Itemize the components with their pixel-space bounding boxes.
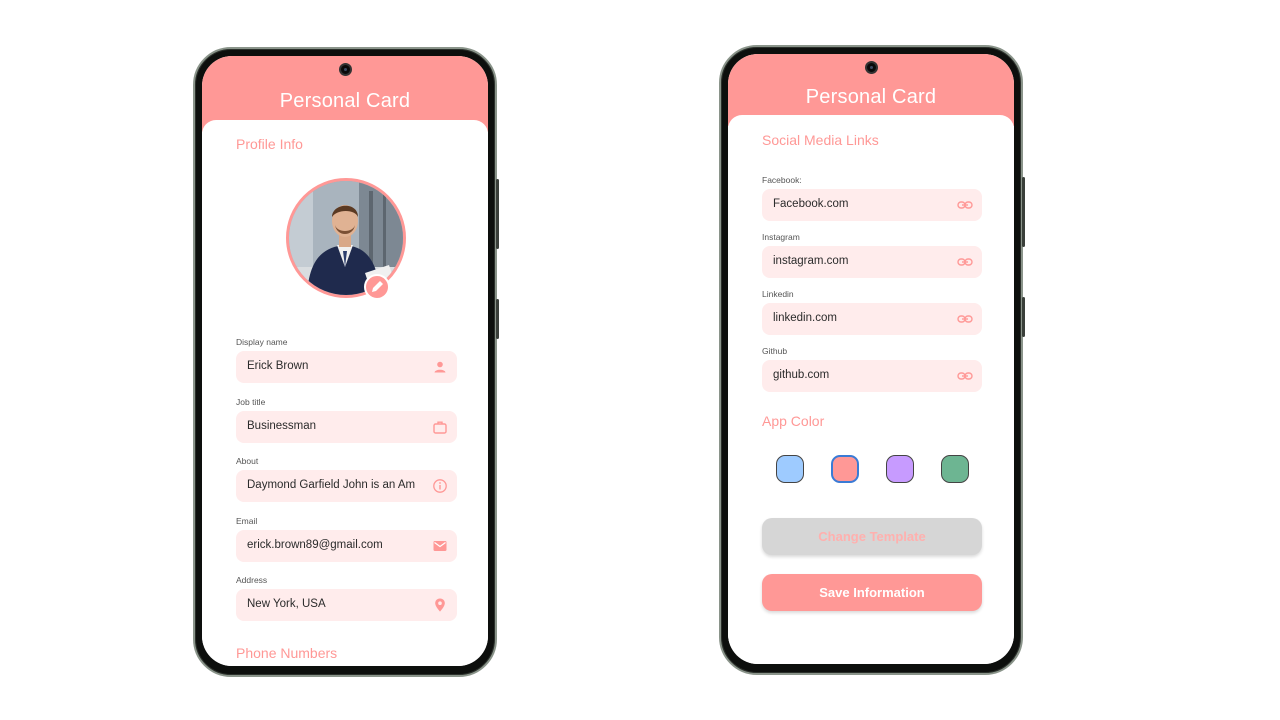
pencil-icon xyxy=(372,281,383,292)
linkedin-value: linkedin.com xyxy=(773,312,837,324)
change-template-button[interactable]: Change Template xyxy=(762,518,982,555)
email-label: Email xyxy=(236,516,258,526)
display-name-label: Display name xyxy=(236,337,288,347)
link-icon xyxy=(957,258,973,266)
about-label: About xyxy=(236,456,259,466)
link-icon xyxy=(957,372,973,380)
facebook-value: Facebook.com xyxy=(773,198,849,210)
github-label: Github xyxy=(762,346,788,356)
instagram-label: Instagram xyxy=(762,232,800,242)
address-value: New York, USA xyxy=(247,598,326,610)
power-button xyxy=(496,179,499,249)
front-camera xyxy=(865,61,878,74)
facebook-field[interactable]: Facebook.com xyxy=(762,189,982,221)
front-camera xyxy=(339,63,352,76)
github-value: github.com xyxy=(773,369,830,381)
instagram-field[interactable]: instagram.com xyxy=(762,246,982,278)
save-information-button[interactable]: Save Information xyxy=(762,574,982,611)
right-screen: Personal Card Social Media Links Faceboo… xyxy=(728,54,1014,664)
link-icon xyxy=(957,201,973,209)
job-title-value: Businessman xyxy=(247,420,317,432)
left-screen: Personal Card Profile Info Display name … xyxy=(202,56,488,666)
github-field[interactable]: github.com xyxy=(762,360,982,392)
location-pin-icon xyxy=(435,598,445,612)
linkedin-field[interactable]: linkedin.com xyxy=(762,303,982,335)
briefcase-icon xyxy=(433,421,447,434)
power-button xyxy=(1022,177,1025,247)
section-title-app-color: App Color xyxy=(762,413,825,429)
person-icon xyxy=(434,361,446,373)
about-value: Daymond Garfield John is an Am xyxy=(247,479,416,491)
right-phone: Personal Card Social Media Links Faceboo… xyxy=(719,45,1025,675)
volume-button xyxy=(1022,297,1025,337)
email-field[interactable]: erick.brown89@gmail.com xyxy=(236,530,457,562)
instagram-value: instagram.com xyxy=(773,255,849,267)
display-name-field[interactable]: Erick Brown xyxy=(236,351,457,383)
color-swatch-purple[interactable] xyxy=(886,455,914,483)
section-title-phone-numbers: Phone Numbers xyxy=(236,645,338,661)
mail-icon xyxy=(433,541,447,551)
section-title-profile-info: Profile Info xyxy=(236,136,303,152)
color-swatch-coral[interactable] xyxy=(831,455,859,483)
job-title-label: Job title xyxy=(236,397,266,407)
address-field[interactable]: New York, USA xyxy=(236,589,457,621)
email-value: erick.brown89@gmail.com xyxy=(247,539,383,551)
linkedin-label: Linkedin xyxy=(762,289,794,299)
section-title-social-links: Social Media Links xyxy=(762,132,879,148)
app-title: Personal Card xyxy=(279,90,411,112)
job-title-field[interactable]: Businessman xyxy=(236,411,457,443)
volume-button xyxy=(496,299,499,339)
color-swatch-green[interactable] xyxy=(941,455,969,483)
address-label: Address xyxy=(236,575,268,585)
link-icon xyxy=(957,315,973,323)
left-phone: Personal Card Profile Info Display name … xyxy=(193,47,499,677)
color-swatch-blue[interactable] xyxy=(776,455,804,483)
about-field[interactable]: Daymond Garfield John is an Am xyxy=(236,470,457,502)
app-title: Personal Card xyxy=(805,86,937,108)
edit-photo-button[interactable] xyxy=(364,274,390,300)
facebook-label: Facebook: xyxy=(762,175,802,185)
display-name-value: Erick Brown xyxy=(247,360,309,372)
info-icon xyxy=(433,479,447,493)
